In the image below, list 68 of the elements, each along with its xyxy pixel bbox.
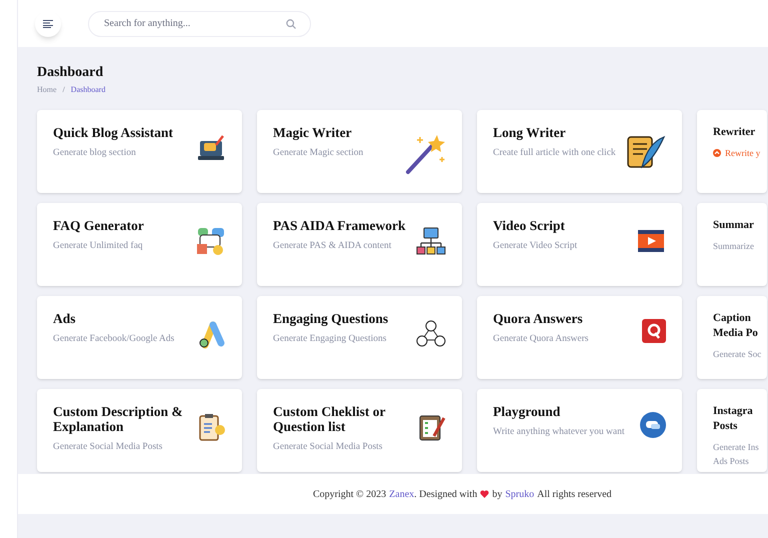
tool-card[interactable]: Ads Generate Facebook/Google Ads bbox=[37, 296, 242, 379]
tool-card[interactable]: Summar Summarize bbox=[697, 203, 767, 286]
card-title: Playground bbox=[493, 404, 562, 419]
search-field[interactable]: Search for anything... bbox=[88, 10, 311, 36]
tool-card[interactable]: Custom Cheklist or Question list Generate Social Media Posts bbox=[257, 389, 462, 472]
card-title: PAS AIDA Framework bbox=[273, 218, 406, 233]
copyright-text: Copyright © 2023 Zanex. Designed with by Spruko All rights reserved bbox=[313, 486, 612, 502]
tool-card[interactable]: Rewriter Rewrite y bbox=[697, 110, 767, 193]
card-description: Generate Soc bbox=[713, 348, 762, 361]
card-title: Rewriter bbox=[713, 125, 756, 140]
arrow-up-circle-icon bbox=[713, 149, 721, 157]
tool-card[interactable]: Magic Writer Generate Magic section bbox=[257, 110, 462, 193]
card-title: Long Writer bbox=[493, 125, 567, 140]
card-title: Magic Writer bbox=[273, 125, 353, 140]
card-title: Instagra Posts bbox=[713, 404, 754, 434]
tool-card[interactable]: Quora Answers Generate Quora Answers bbox=[477, 296, 682, 379]
laptop-chat-icon bbox=[196, 133, 226, 163]
tool-card[interactable]: Instagra Posts Generate Ins Ads Posts bbox=[697, 389, 767, 472]
card-description: Generate PAS & AIDA content bbox=[273, 240, 392, 253]
tool-card[interactable]: Playground Write anything whatever you want bbox=[477, 389, 682, 472]
card-title: Quick Blog Assistant bbox=[53, 125, 174, 140]
card-title: Custom Description & Explanation bbox=[53, 404, 184, 434]
menu-icon bbox=[43, 20, 53, 28]
breadcrumb-link[interactable]: Dashboard bbox=[70, 84, 106, 96]
card-description: Generate Facebook/Google Ads bbox=[53, 333, 174, 346]
card-description: Generate Quora Answers bbox=[493, 333, 588, 346]
card-description: Generate Ins Ads Posts bbox=[713, 441, 760, 468]
card-description: Generate Social Media Posts bbox=[53, 441, 162, 454]
author-link[interactable]: Spruko bbox=[505, 486, 534, 502]
chat-circle-icon bbox=[640, 412, 666, 438]
search-icon bbox=[286, 18, 296, 28]
card-description: Generate Unlimited faq bbox=[53, 240, 143, 253]
card-title: Engaging Questions bbox=[273, 311, 390, 326]
chat-bubbles-icon bbox=[196, 226, 226, 256]
tool-card[interactable]: Video Script Generate Video Script bbox=[477, 203, 682, 286]
magic-wand-icon bbox=[404, 133, 446, 175]
card-title: Custom Cheklist or Question list bbox=[273, 404, 386, 434]
card-description: Summarize bbox=[713, 240, 754, 253]
card-title: Quora Answers bbox=[493, 311, 584, 326]
breadcrumb-separator: / bbox=[62, 84, 65, 96]
card-description: Write anything whatever you want bbox=[493, 426, 625, 439]
card-title: Summar bbox=[713, 218, 755, 233]
tool-card[interactable]: Custom Description & Explanation Generate Social Media Posts bbox=[37, 389, 242, 472]
q-logo-icon bbox=[642, 319, 666, 343]
brand-link[interactable]: Zanex bbox=[389, 486, 414, 502]
tool-card[interactable]: Caption Media Po Generate Soc bbox=[697, 296, 767, 379]
card-title: FAQ Generator bbox=[53, 218, 145, 233]
card-description: Generate Social Media Posts bbox=[273, 441, 382, 454]
tool-card[interactable]: Engaging Questions Generate Engaging Questions bbox=[257, 296, 462, 379]
card-title: Caption Media Po bbox=[713, 311, 759, 341]
card-title: Ads bbox=[53, 311, 77, 326]
card-description: Generate Engaging Questions bbox=[273, 333, 386, 346]
tool-card[interactable]: PAS AIDA Framework Generate PAS & AIDA content bbox=[257, 203, 462, 286]
people-network-icon bbox=[416, 319, 446, 349]
tool-card[interactable]: FAQ Generator Generate Unlimited faq bbox=[37, 203, 242, 286]
card-description: Create full article with one click bbox=[493, 147, 616, 160]
page-title: Dashboard bbox=[37, 65, 104, 81]
tool-card[interactable]: Long Writer Create full article with one click bbox=[477, 110, 682, 193]
heart-icon bbox=[480, 490, 490, 498]
card-description: Generate Magic section bbox=[273, 147, 364, 160]
card-description: Generate blog section bbox=[53, 147, 136, 160]
card-description: Rewrite y bbox=[725, 147, 760, 160]
menu-button[interactable] bbox=[35, 10, 61, 36]
network-diagram-icon bbox=[416, 226, 446, 256]
card-title: Video Script bbox=[493, 218, 566, 233]
card-description: Generate Video Script bbox=[493, 240, 578, 253]
search-input[interactable]: Search for anything... bbox=[104, 16, 286, 31]
tool-card[interactable]: Quick Blog Assistant Generate blog section bbox=[37, 110, 242, 193]
